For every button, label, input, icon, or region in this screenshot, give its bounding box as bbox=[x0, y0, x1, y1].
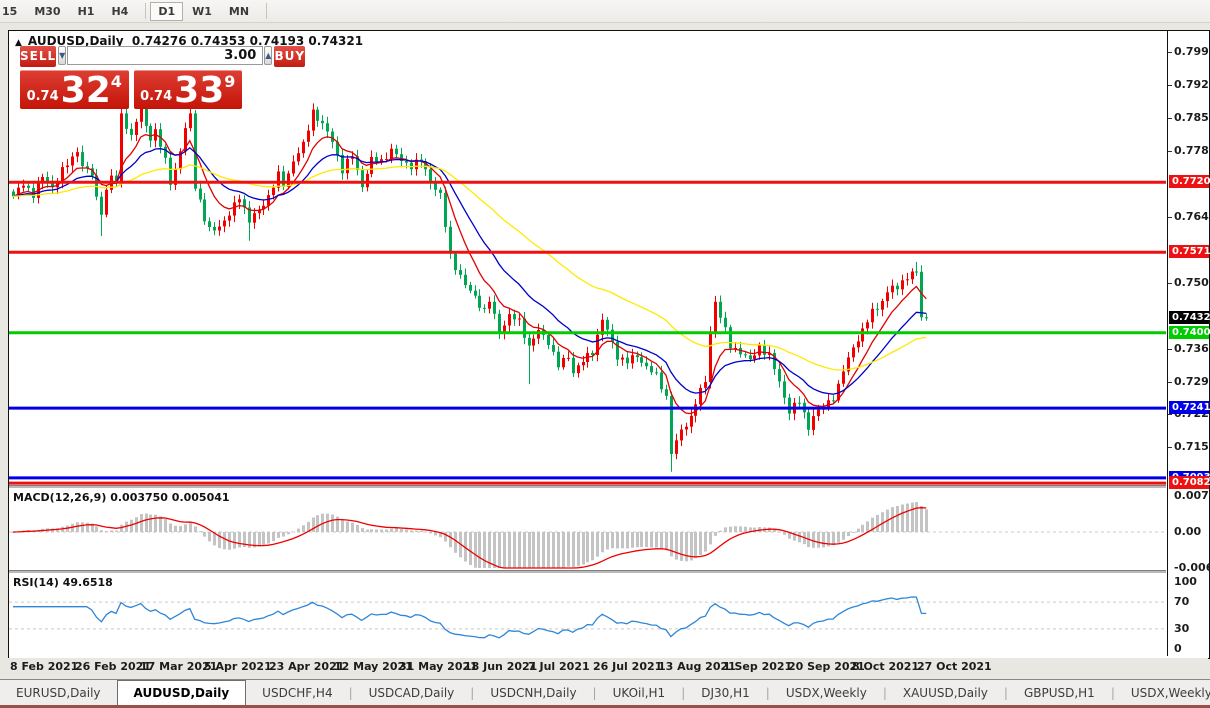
date-axis-label: 5 Apr 2021 bbox=[204, 660, 272, 673]
rsi-axis-label: 0 bbox=[1174, 642, 1182, 655]
price-axis-label: 0.76460 bbox=[1174, 210, 1210, 223]
price-axis[interactable]: 0.79960 0.79260 0.78560 0.77860 0.76460 0.750… bbox=[1167, 31, 1210, 656]
chart-tab-usdx-weekly[interactable]: USDX,Weekly bbox=[770, 680, 883, 705]
chart-tab-usdchf-h4[interactable]: USDCHF,H4 bbox=[246, 680, 348, 705]
timeframe-button-m30[interactable]: M30 bbox=[26, 2, 68, 21]
axis-tick bbox=[1168, 283, 1172, 284]
price-axis-label: 0.79260 bbox=[1174, 78, 1210, 91]
timeframe-button-d1[interactable]: D1 bbox=[150, 1, 184, 21]
price-axis-label: 0.78560 bbox=[1174, 111, 1210, 124]
chart-tab-xauusd-daily[interactable]: XAUUSD,Daily bbox=[887, 680, 1004, 705]
macd-axis-label: 0.007015 bbox=[1174, 489, 1210, 502]
date-axis-label: 8 Feb 2021 bbox=[10, 660, 79, 673]
price-axis-label: 0.77860 bbox=[1174, 144, 1210, 157]
date-axis-label: 26 Jul 2021 bbox=[593, 660, 663, 673]
date-axis-label: 8 Oct 2021 bbox=[852, 660, 920, 673]
volume-increase-button[interactable]: ▲ bbox=[264, 46, 273, 65]
time-axis[interactable]: 8 Feb 2021 26 Feb 2021 17 Mar 2021 5 Apr 20… bbox=[8, 658, 1208, 678]
macd-plot[interactable]: MACD(12,26,9) 0.003750 0.005041 bbox=[9, 488, 1166, 570]
toolbar-separator bbox=[266, 3, 268, 19]
sell-price-prefix: 0.74 bbox=[26, 89, 59, 104]
date-axis-label: 7 Jul 2021 bbox=[528, 660, 590, 673]
volume-decrease-button[interactable]: ▼ bbox=[58, 46, 67, 65]
rsi-axis-label: 30 bbox=[1174, 622, 1190, 635]
chart-tab-ukoil-h1[interactable]: UKOil,H1 bbox=[597, 680, 682, 705]
rsi-label: RSI(14) 49.6518 bbox=[13, 576, 113, 589]
one-click-trading-panel: SELL ▼ ▲ BUY 0.74 32 4 0.74 33 9 bbox=[20, 46, 306, 111]
buy-price-display[interactable]: 0.74 33 9 bbox=[133, 70, 242, 111]
toolbar-separator bbox=[145, 3, 147, 19]
date-axis-label: 27 Oct 2021 bbox=[917, 660, 992, 673]
axis-tick bbox=[1168, 217, 1172, 218]
price-axis-label: 0.79960 bbox=[1174, 45, 1210, 58]
macd-axis-label: -0.006923 bbox=[1174, 561, 1210, 574]
timeframe-button-w1[interactable]: W1 bbox=[184, 2, 220, 21]
date-axis-label: 1 Sep 2021 bbox=[723, 660, 793, 673]
price-axis-label: 0.75060 bbox=[1174, 276, 1210, 289]
price-axis-label: 0.71580 bbox=[1174, 440, 1210, 453]
price-level-badge: 0.74321 bbox=[1169, 311, 1210, 324]
sell-price-sup: 4 bbox=[110, 72, 122, 91]
volume-input[interactable] bbox=[67, 46, 264, 65]
buy-price-prefix: 0.74 bbox=[140, 89, 173, 104]
chart-tab-audusd-daily[interactable]: AUDUSD,Daily bbox=[116, 680, 247, 705]
trading-terminal: 15 M30 H1 H4 D1 W1 MN ▲ AUDUSD,Daily 0.74276 0.… bbox=[0, 0, 1210, 708]
sell-button[interactable]: SELL bbox=[20, 46, 57, 67]
sell-price-display[interactable]: 0.74 32 4 bbox=[20, 70, 129, 109]
macd-label: MACD(12,26,9) 0.003750 0.005041 bbox=[13, 491, 230, 504]
price-level-badge: 0.77200 bbox=[1169, 175, 1210, 188]
axis-tick bbox=[1168, 414, 1172, 415]
buy-price-big: 33 bbox=[174, 70, 225, 111]
buy-price-sup: 9 bbox=[224, 72, 236, 91]
chart-tab-eurusd-daily[interactable]: EURUSD,Daily bbox=[0, 680, 117, 705]
rsi-axis-label: 70 bbox=[1174, 595, 1190, 608]
axis-tick bbox=[1168, 447, 1172, 448]
axis-tick bbox=[1168, 118, 1172, 119]
chart-tab-usdcnh-daily[interactable]: USDCNH,Daily bbox=[474, 680, 592, 705]
axis-tick bbox=[1168, 52, 1172, 53]
chart-tab-usdx-weekly[interactable]: USDX,Weekly bbox=[1115, 680, 1210, 705]
chart-tab-bar: EURUSD,Daily AUDUSD,Daily USDCHF,H4 | USDCAD… bbox=[0, 680, 1210, 705]
price-level-badge: 0.74007 bbox=[1169, 326, 1210, 339]
macd-axis-label: 0.00 bbox=[1174, 525, 1202, 538]
price-level-badge: 0.75716 bbox=[1169, 245, 1210, 258]
rsi-axis-label: 100 bbox=[1174, 575, 1197, 588]
timeframe-button-mn[interactable]: MN bbox=[221, 2, 257, 21]
price-level-badge: 0.72411 bbox=[1169, 401, 1210, 414]
price-level-badge: 0.70820 bbox=[1169, 476, 1210, 489]
axis-tick bbox=[1168, 349, 1172, 350]
axis-tick bbox=[1168, 151, 1172, 152]
rsi-plot[interactable]: RSI(14) 49.6518 bbox=[9, 573, 1166, 656]
timeframe-button-h4[interactable]: H4 bbox=[103, 2, 136, 21]
buy-button[interactable]: BUY bbox=[274, 46, 306, 67]
axis-tick bbox=[1168, 85, 1172, 86]
timeframe-toolbar: 15 M30 H1 H4 D1 W1 MN bbox=[0, 0, 1210, 23]
sell-price-big: 32 bbox=[60, 70, 111, 111]
price-axis-label: 0.73660 bbox=[1174, 342, 1210, 355]
chart-window: ▲ AUDUSD,Daily 0.74276 0.74353 0.74193 0.… bbox=[8, 30, 1210, 659]
timeframe-button-15[interactable]: 15 bbox=[0, 2, 25, 21]
chart-tab-gbpusd-h1[interactable]: GBPUSD,H1 bbox=[1008, 680, 1111, 705]
chart-tab-usdcad-daily[interactable]: USDCAD,Daily bbox=[353, 680, 471, 705]
chart-tab-dj30-h1[interactable]: DJ30,H1 bbox=[685, 680, 766, 705]
date-axis-label: 18 Jun 2021 bbox=[464, 660, 538, 673]
timeframe-button-h1[interactable]: H1 bbox=[70, 2, 103, 21]
axis-tick bbox=[1168, 382, 1172, 383]
price-axis-label: 0.72960 bbox=[1174, 375, 1210, 388]
